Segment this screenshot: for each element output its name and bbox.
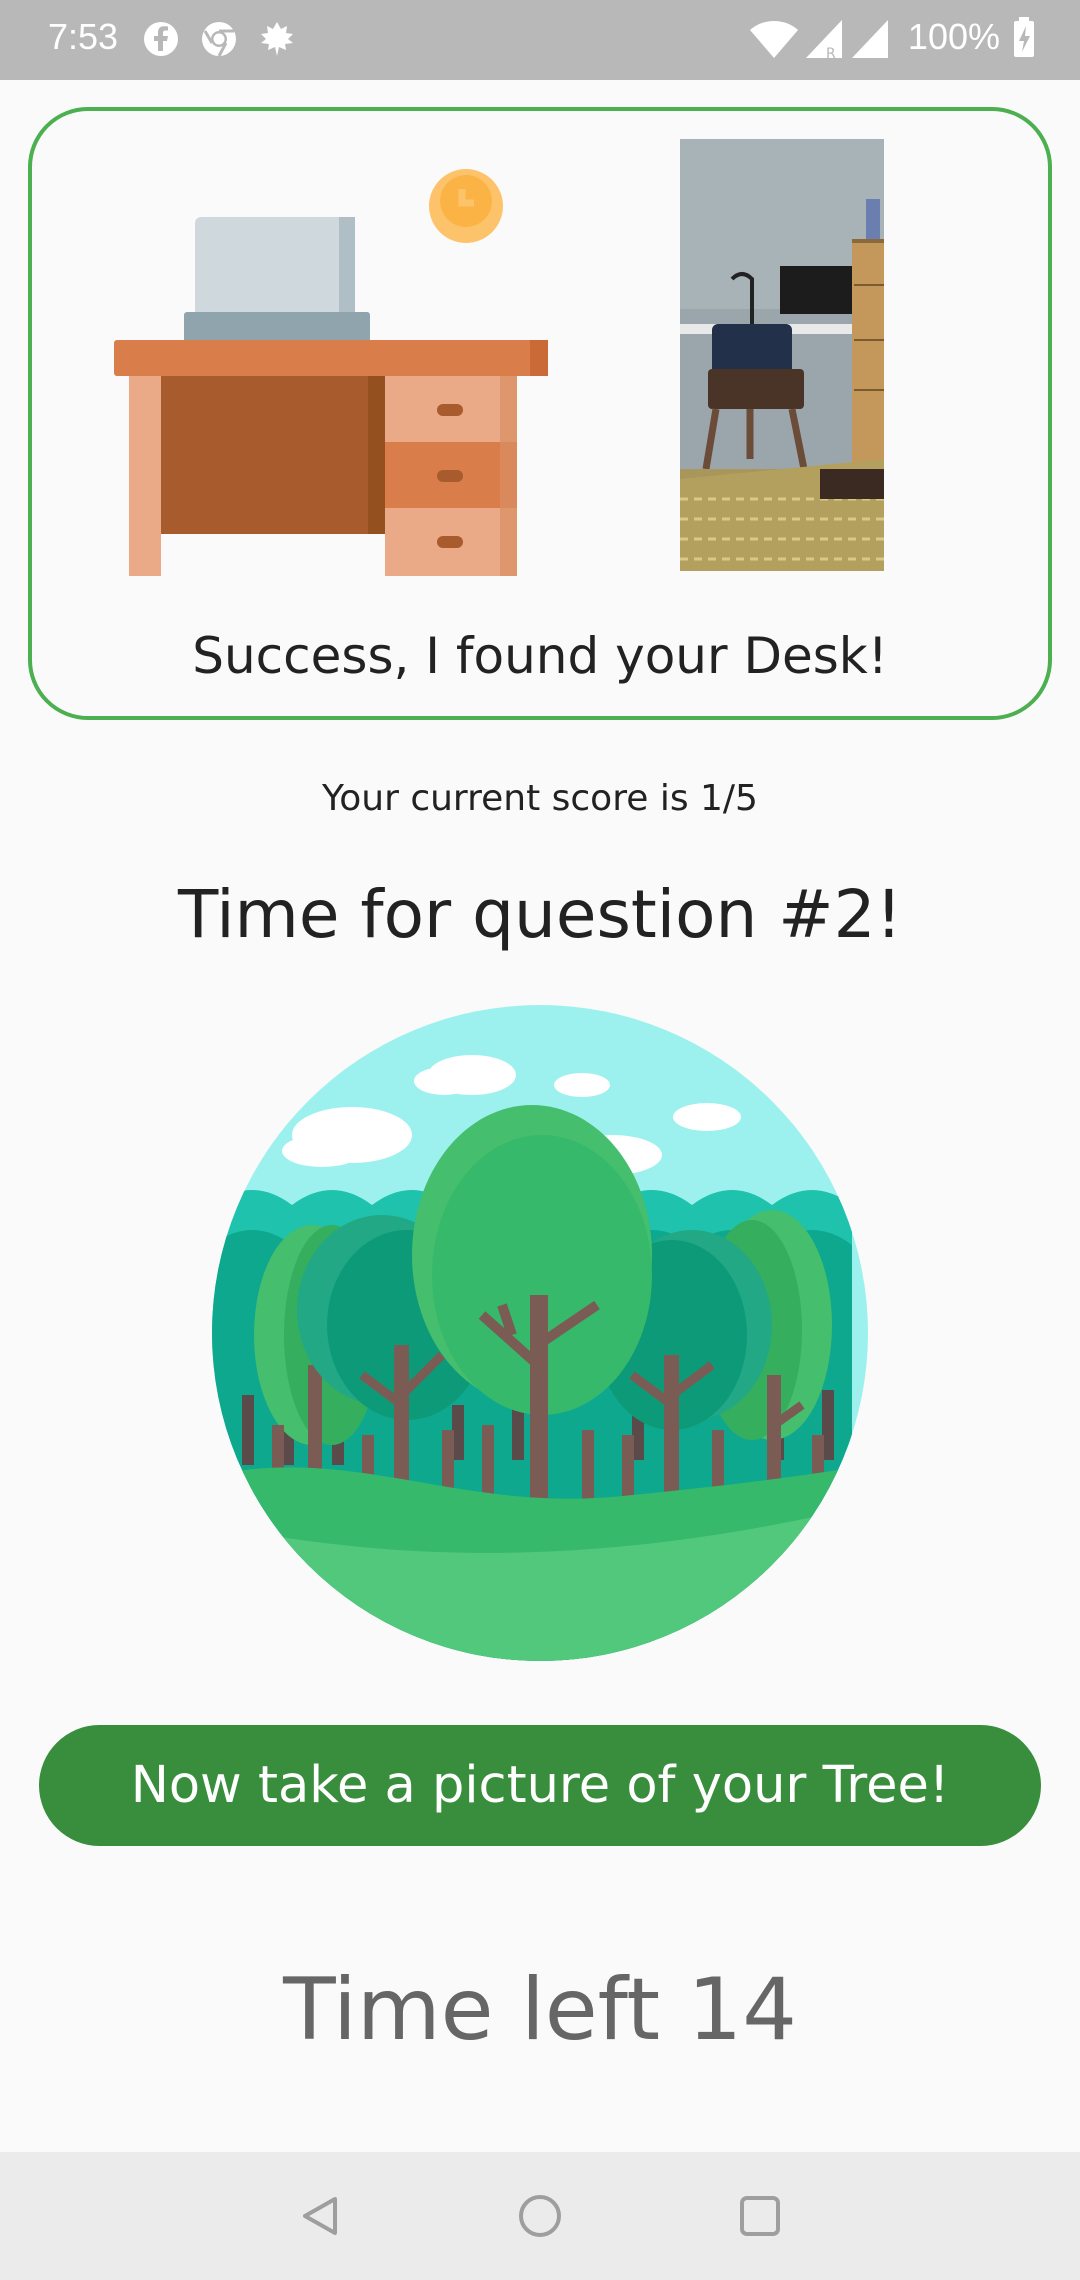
desk-illustration — [114, 169, 548, 576]
forest-illustration — [212, 1005, 868, 1661]
battery-icon — [1014, 17, 1034, 57]
time-left: Time left 14 — [283, 1960, 797, 2060]
signal-roaming-icon: R — [806, 20, 842, 60]
take-picture-button[interactable]: Now take a picture of your Tree! — [39, 1725, 1041, 1846]
svg-text:R: R — [826, 46, 836, 60]
wifi-icon — [750, 21, 798, 58]
status-time: 7:53 — [48, 16, 119, 57]
success-message: Success, I found your Desk! — [192, 627, 888, 685]
leaf-icon — [261, 22, 293, 56]
navigation-bar — [0, 2152, 1080, 2280]
question-title: Time for question #2! — [177, 876, 903, 953]
battery-percent: 100% — [907, 16, 1000, 57]
chrome-icon — [202, 22, 236, 57]
status-bar: 7:53 R 100% — [0, 0, 1080, 80]
home-icon[interactable] — [510, 2186, 570, 2246]
score-text: Your current score is 1/5 — [322, 778, 758, 819]
recents-icon[interactable] — [730, 2186, 790, 2246]
back-icon[interactable] — [290, 2186, 350, 2246]
facebook-icon — [144, 22, 178, 56]
captured-desk-photo — [680, 139, 884, 571]
signal-icon — [852, 20, 888, 58]
result-card: Success, I found your Desk! — [28, 107, 1052, 720]
